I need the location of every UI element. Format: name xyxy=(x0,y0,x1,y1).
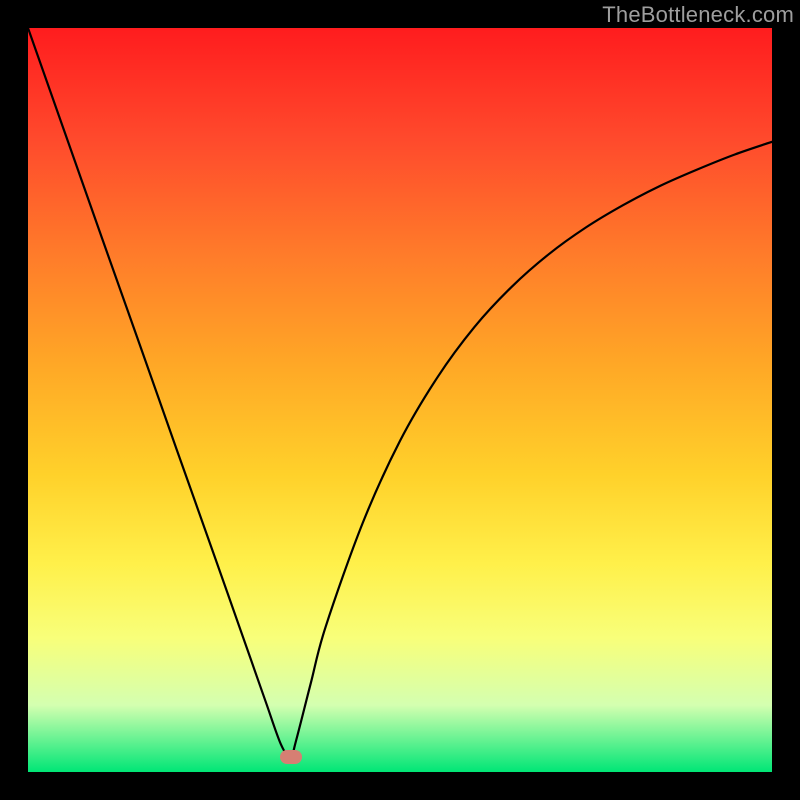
optimal-point-marker xyxy=(280,750,302,764)
watermark-text: TheBottleneck.com xyxy=(602,2,794,28)
bottleneck-curve xyxy=(28,28,772,772)
plot-area xyxy=(28,28,772,772)
